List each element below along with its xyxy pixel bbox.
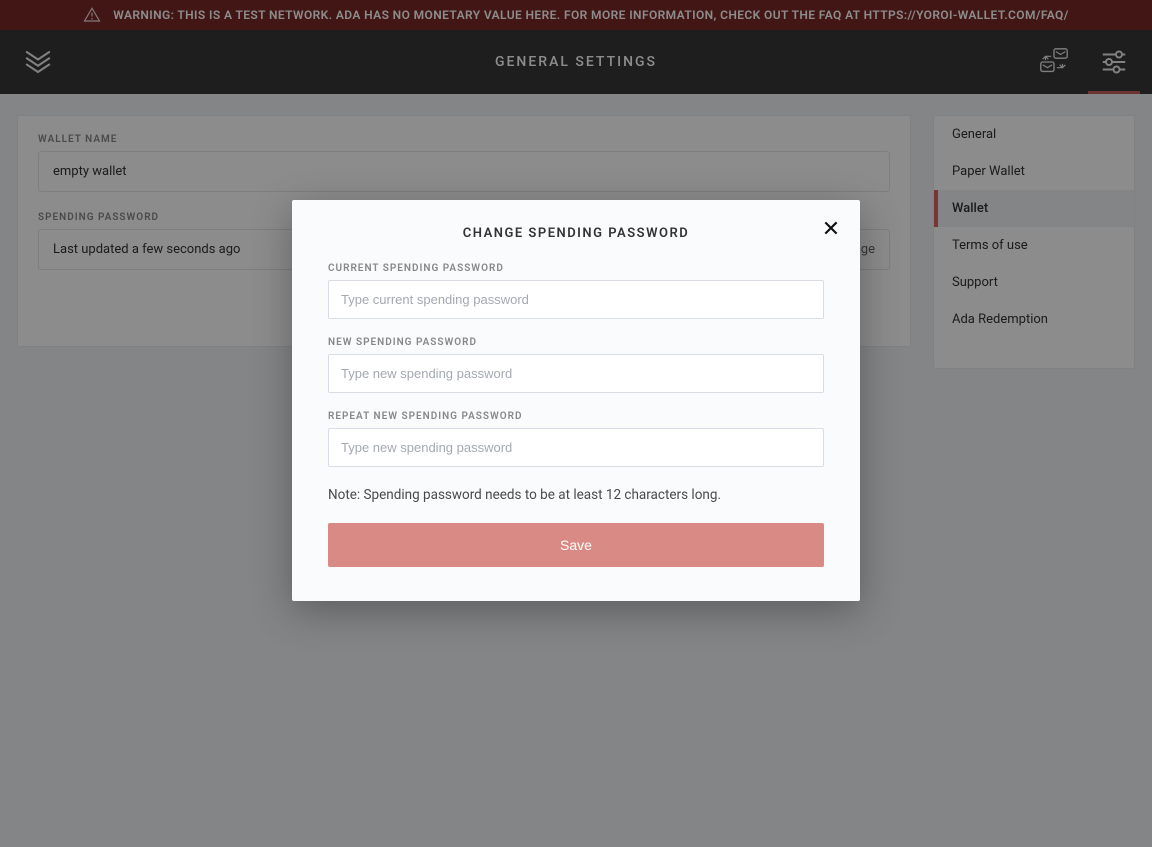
repeat-password-input[interactable] [328, 428, 824, 467]
close-icon[interactable]: ✕ [820, 218, 842, 240]
password-note: Note: Spending password needs to be at l… [328, 487, 824, 503]
new-password-input[interactable] [328, 354, 824, 393]
save-button[interactable]: Save [328, 523, 824, 567]
current-password-input[interactable] [328, 280, 824, 319]
change-spending-password-modal: CHANGE SPENDING PASSWORD ✕ CURRENT SPEND… [292, 200, 860, 601]
modal-title: CHANGE SPENDING PASSWORD [328, 226, 824, 241]
new-password-label: NEW SPENDING PASSWORD [328, 337, 824, 348]
modal-overlay: CHANGE SPENDING PASSWORD ✕ CURRENT SPEND… [0, 0, 1152, 847]
current-password-label: CURRENT SPENDING PASSWORD [328, 263, 824, 274]
repeat-password-label: REPEAT NEW SPENDING PASSWORD [328, 411, 824, 422]
